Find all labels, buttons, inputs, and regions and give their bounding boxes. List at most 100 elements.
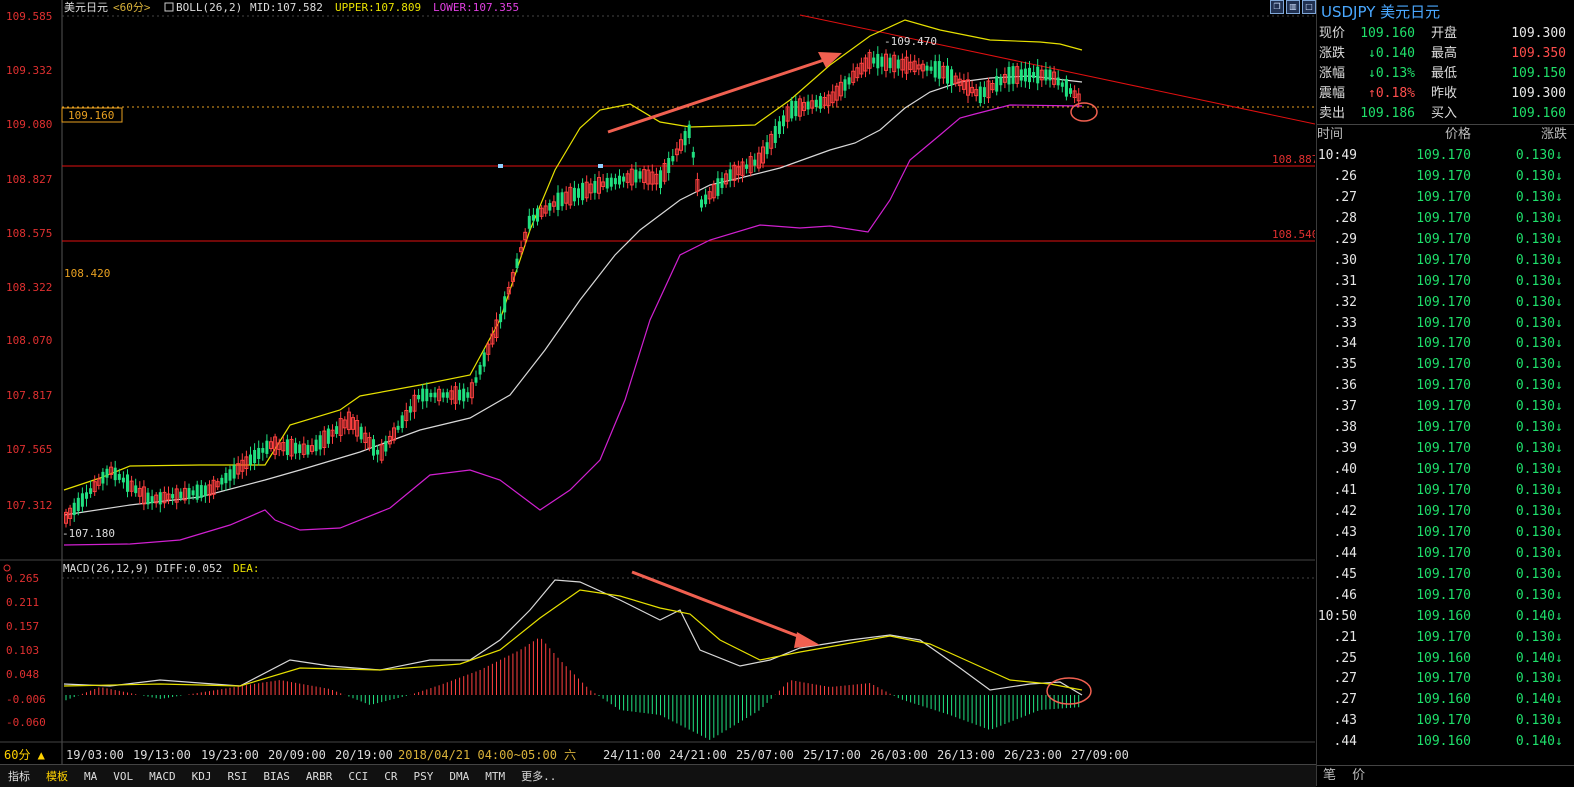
tick-row: .25 109.160 0.140 ↓ — [1317, 648, 1574, 669]
tick-cell: 109.170 — [1416, 378, 1471, 394]
tick-cell: 0.130 — [1515, 336, 1555, 352]
tab-9[interactable]: CCI — [340, 770, 376, 783]
tick-list[interactable]: 10:49 109.170 0.130 ↓ .26 109.170 0.130 ↓ .27 109… — [1317, 145, 1574, 752]
tick-row: .44 109.160 0.140 ↓ — [1317, 731, 1574, 752]
tick-cell: 109.160 — [1416, 608, 1471, 624]
quote-k1: 涨跌 — [1319, 46, 1346, 61]
trend-line[interactable] — [799, 14, 1315, 125]
macd-diff-line — [63, 579, 1083, 696]
tick-cell: 0.130 — [1515, 441, 1555, 457]
tab-10[interactable]: CR — [376, 770, 405, 783]
col-time: 时间 — [1317, 127, 1344, 142]
tick-row: .31 109.170 0.130 ↓ — [1317, 271, 1574, 292]
candle-body — [925, 65, 929, 71]
split-icon[interactable]: ▥ — [1286, 0, 1300, 14]
quote-k1: 现价 — [1319, 26, 1346, 41]
tick-cell: .35 — [1333, 357, 1357, 373]
candle-body — [146, 492, 150, 505]
down-arrow-icon: ↓ — [1555, 336, 1563, 352]
tab-1[interactable]: 模板 — [38, 768, 76, 784]
tick-cell: 0.130 — [1515, 273, 1555, 289]
tab-3[interactable]: VOL — [105, 770, 141, 783]
tick-cell: 0.130 — [1515, 294, 1555, 310]
down-arrow-icon: ↓ — [1555, 629, 1563, 645]
candle-body — [462, 388, 466, 402]
price-tick: 108.575 — [6, 227, 52, 240]
candle-body — [220, 477, 224, 485]
quote-v1: ↑0.18% — [1368, 86, 1415, 101]
tick-row: .38 109.170 0.130 ↓ — [1317, 417, 1574, 438]
tab-13[interactable]: MTM — [477, 770, 513, 783]
down-arrow-icon: ↓ — [1555, 273, 1563, 289]
quote-v1: 109.186 — [1360, 106, 1415, 121]
tick-cell: .46 — [1333, 587, 1357, 603]
maximize-icon[interactable]: □ — [1302, 0, 1316, 14]
tab-price[interactable]: 价 — [1346, 766, 1371, 786]
quote-k2: 最高 — [1431, 46, 1458, 61]
macd-tick: 0.211 — [6, 596, 39, 609]
candle-body — [556, 192, 560, 210]
tab-14[interactable]: 更多.. — [513, 768, 564, 784]
quote-v1: 109.160 — [1360, 26, 1415, 41]
tab-5[interactable]: KDJ — [184, 770, 220, 783]
tick-cell: .27 — [1333, 692, 1357, 708]
tab-12[interactable]: DMA — [441, 770, 477, 783]
tick-cell: 109.170 — [1416, 483, 1471, 498]
indicator-toggle-icon[interactable] — [164, 2, 174, 12]
candle-body — [117, 474, 121, 480]
candle-body — [314, 439, 318, 452]
boll-label: BOLL(26,2) — [176, 1, 242, 14]
down-arrow-icon: ↓ — [1555, 734, 1563, 750]
candle-body — [76, 497, 80, 512]
candle-body — [203, 485, 207, 497]
down-arrow-icon: ↓ — [1555, 252, 1563, 268]
tab-trades[interactable]: 笔 — [1317, 766, 1342, 786]
tick-row: .43 109.170 0.130 ↓ — [1317, 522, 1574, 543]
tick-cell: 109.170 — [1416, 273, 1471, 289]
tab-0[interactable]: 指标 — [0, 768, 38, 784]
quote-v2: 109.300 — [1511, 86, 1566, 101]
time-tick: 20/19:00 — [335, 748, 393, 762]
tab-2[interactable]: MA — [76, 770, 105, 783]
macd-tick: 0.157 — [6, 620, 39, 633]
candle-body — [527, 215, 531, 229]
candle-body — [253, 449, 257, 464]
candle-body — [503, 296, 507, 313]
tick-cell: 109.170 — [1416, 503, 1471, 519]
macd-axis: 0.265 0.211 0.157 0.103 0.048 -0.006 -0.060 — [6, 572, 46, 729]
tick-cell: 0.130 — [1515, 189, 1555, 205]
tab-11[interactable]: PSY — [406, 770, 442, 783]
down-arrow-icon: ↓ — [1555, 168, 1563, 184]
tab-6[interactable]: RSI — [220, 770, 256, 783]
time-tick: 20/09:00 — [268, 748, 326, 762]
candle-body — [466, 392, 470, 398]
price-tick: 109.332 — [6, 64, 52, 77]
macd-dea-line — [63, 589, 1083, 691]
candle-body — [150, 496, 154, 504]
period-button[interactable]: 60分 ▲ — [4, 748, 46, 762]
tab-7[interactable]: BIAS — [255, 770, 298, 783]
time-tick: 25/17:00 — [803, 748, 861, 762]
down-arrow-icon: ↓ — [1555, 692, 1563, 708]
candle-body — [318, 435, 322, 450]
tab-8[interactable]: ARBR — [298, 770, 341, 783]
tick-row: .45 109.170 0.130 ↓ — [1317, 564, 1574, 585]
quote-v2: 109.350 — [1511, 46, 1566, 61]
time-tick: 19/13:00 — [133, 748, 191, 762]
tick-row: .27 109.170 0.130 ↓ — [1317, 668, 1574, 689]
tick-cell: 109.170 — [1416, 294, 1471, 310]
tab-4[interactable]: MACD — [141, 770, 184, 783]
candle-body — [306, 444, 310, 455]
price-chart[interactable]: 美元日元 <60分> BOLL(26,2) MID:107.582 UPPER:… — [0, 0, 1315, 764]
time-tick: 19/23:00 — [201, 748, 259, 762]
candle-body — [560, 192, 564, 207]
tick-cell: .43 — [1333, 713, 1357, 729]
macd-settings-icon[interactable] — [3, 564, 11, 572]
price-tick: 107.565 — [6, 443, 52, 456]
tick-row: .27 109.160 0.140 ↓ — [1317, 689, 1574, 710]
tick-cell: .43 — [1333, 524, 1357, 540]
time-tick: 24/21:00 — [669, 748, 727, 762]
candle-body — [777, 121, 781, 135]
restore-icon[interactable]: ❐ — [1270, 0, 1284, 14]
candle-body — [765, 142, 769, 155]
